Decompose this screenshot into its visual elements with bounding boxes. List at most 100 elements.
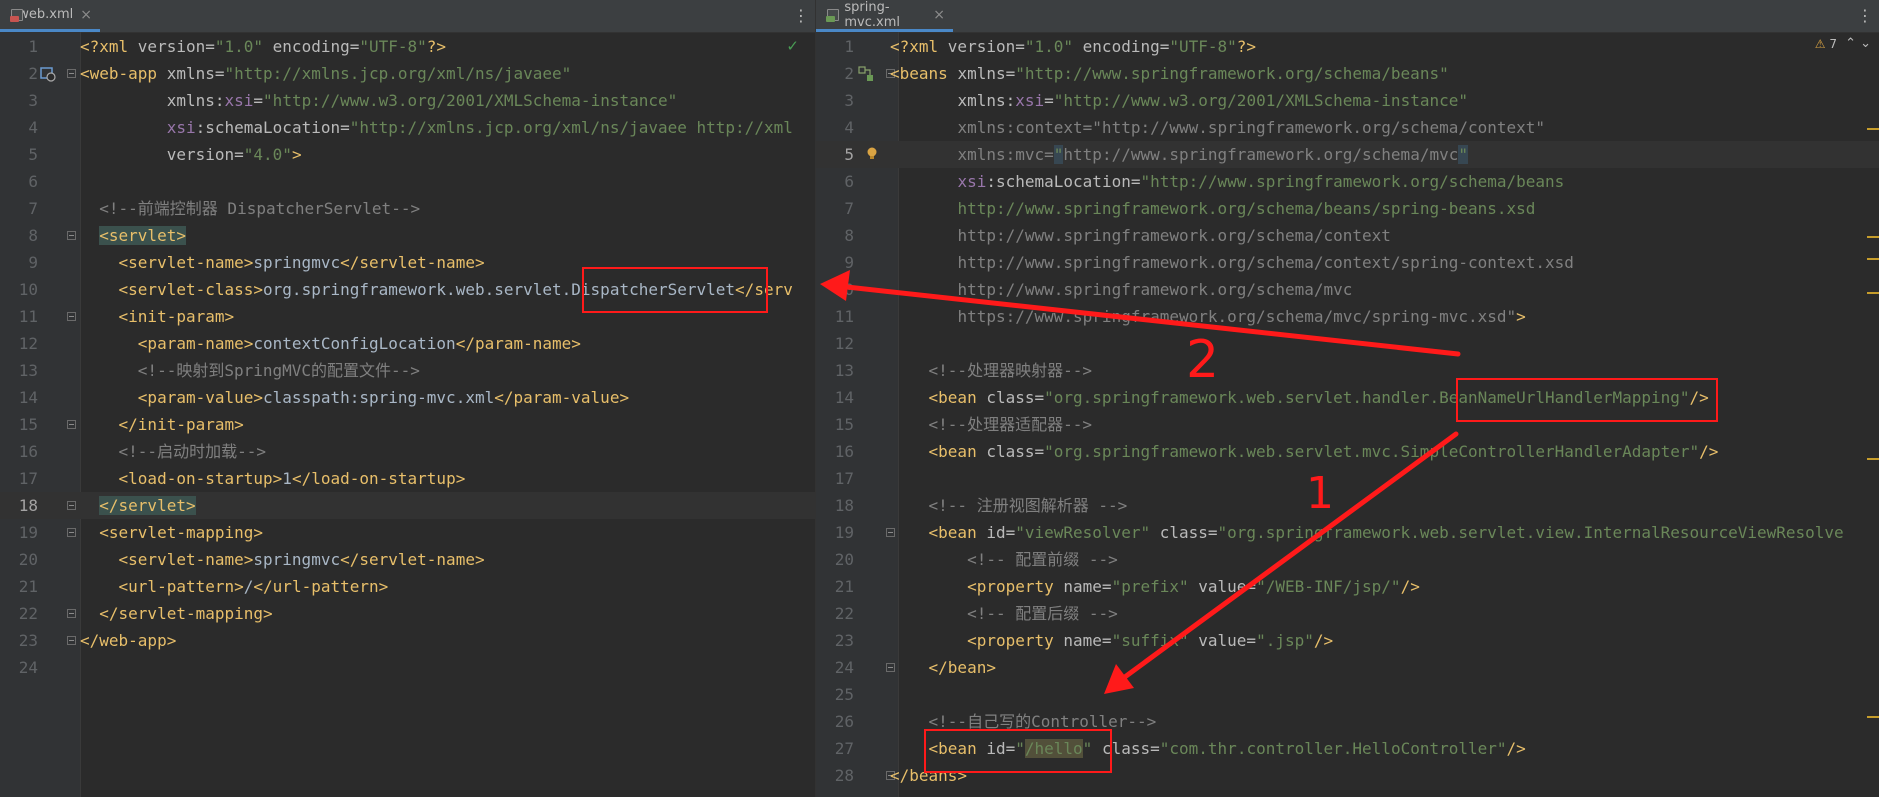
- file-spring-icon: [826, 8, 840, 22]
- fold-icon[interactable]: [67, 420, 76, 429]
- line-number: 13: [834, 361, 854, 380]
- code-text: </servlet-mapping>: [99, 604, 273, 623]
- code-line: 12 <param-name>contextConfigLocation</pa…: [0, 330, 815, 357]
- more-icon[interactable]: ⋮: [1857, 8, 1873, 24]
- code-line: 9 http://www.springframework.org/schema/…: [816, 249, 1879, 276]
- code-line: 7 http://www.springframework.org/schema/…: [816, 195, 1879, 222]
- line-number: 17: [834, 469, 854, 488]
- code-text: xmlns:mvc="http://www.springframework.or…: [957, 145, 1468, 164]
- code-line: 8 http://www.springframework.org/schema/…: [816, 222, 1879, 249]
- code-text: <!--处理器适配器-->: [928, 415, 1092, 434]
- line-number: 20: [18, 550, 38, 569]
- bean-icon[interactable]: [858, 66, 874, 82]
- code-line: 24: [0, 654, 815, 681]
- code-line: 21 <url-pattern>/</url-pattern>: [0, 573, 815, 600]
- code-line: 20 <servlet-name>springmvc</servlet-name…: [0, 546, 815, 573]
- code-line: 7 <!--前端控制器 DispatcherServlet-->: [0, 195, 815, 222]
- code-text: http://www.springframework.org/schema/mv…: [957, 280, 1353, 299]
- code-text: <bean class="org.springframework.web.ser…: [928, 442, 1719, 461]
- code-text: <!-- 配置后缀 -->: [967, 604, 1118, 623]
- line-number: 1: [28, 37, 38, 56]
- line-number: 21: [834, 577, 854, 596]
- more-icon[interactable]: ⋮: [793, 8, 809, 24]
- code-line: 19 <bean id="viewResolver" class="org.sp…: [816, 519, 1879, 546]
- code-text: <bean id="viewResolver" class="org.sprin…: [928, 523, 1844, 542]
- code-line: 11 https://www.springframework.org/schem…: [816, 303, 1879, 330]
- code-line: 15 </init-param>: [0, 411, 815, 438]
- fold-icon[interactable]: [67, 231, 76, 240]
- line-number: 22: [834, 604, 854, 623]
- line-number: 10: [18, 280, 38, 299]
- line-number: 22: [18, 604, 38, 623]
- tab-label: web.xml: [18, 7, 74, 22]
- line-number: 19: [834, 523, 854, 542]
- code-text: http://www.springframework.org/schema/be…: [957, 199, 1536, 218]
- code-text: xsi:schemaLocation="http://xmlns.jcp.org…: [166, 118, 793, 137]
- close-icon[interactable]: ×: [933, 7, 945, 23]
- code-line: 12: [816, 330, 1879, 357]
- code-text: <!--映射到SpringMVC的配置文件-->: [137, 361, 420, 380]
- code-line: 17: [816, 465, 1879, 492]
- line-number: 11: [18, 307, 38, 326]
- line-number: 24: [18, 658, 38, 677]
- right-tab-bar: spring-mvc.xml × ⋮: [816, 0, 1879, 33]
- line-number: 10: [834, 280, 854, 299]
- code-line: 19 <servlet-mapping>: [0, 519, 815, 546]
- code-line: 23 <property name="suffix" value=".jsp"/…: [816, 627, 1879, 654]
- code-line: 13 <!--映射到SpringMVC的配置文件-->: [0, 357, 815, 384]
- fold-icon[interactable]: [67, 636, 76, 645]
- line-number: 27: [834, 739, 854, 758]
- code-line: 25: [816, 681, 1879, 708]
- code-text: <!--启动时加载-->: [118, 442, 266, 461]
- code-area[interactable]: 1 <?xml version="1.0" encoding="UTF-8"?> …: [816, 33, 1879, 789]
- code-line: 16 <!--启动时加载-->: [0, 438, 815, 465]
- code-text: http://www.springframework.org/schema/co…: [957, 253, 1574, 272]
- line-number: 23: [834, 631, 854, 650]
- code-text: <param-name>contextConfigLocation</param…: [137, 334, 581, 353]
- close-icon[interactable]: ×: [80, 7, 92, 23]
- line-number: 8: [844, 226, 854, 245]
- code-line: 2 <web-app xmlns="http://xmlns.jcp.org/x…: [0, 60, 815, 87]
- code-line: 6: [0, 168, 815, 195]
- code-line: 21 <property name="prefix" value="/WEB-I…: [816, 573, 1879, 600]
- line-number: 5: [28, 145, 38, 164]
- line-number: 28: [834, 766, 854, 785]
- line-number: 19: [18, 523, 38, 542]
- code-text: <url-pattern>/</url-pattern>: [118, 577, 389, 596]
- code-text: xmlns:context="http://www.springframewor…: [957, 118, 1546, 137]
- code-line: 20 <!-- 配置前缀 -->: [816, 546, 1879, 573]
- code-text: <servlet>: [99, 226, 186, 245]
- code-line: 6 xsi:schemaLocation="http://www.springf…: [816, 168, 1879, 195]
- tab-web-xml[interactable]: web.xml ×: [0, 0, 100, 32]
- code-line: 10 http://www.springframework.org/schema…: [816, 276, 1879, 303]
- code-text: <?xml version="1.0" encoding="UTF-8"?>: [80, 37, 447, 56]
- code-text: <servlet-name>springmvc</servlet-name>: [118, 550, 485, 569]
- fold-icon[interactable]: [67, 609, 76, 618]
- tab-spring-mvc-xml[interactable]: spring-mvc.xml ×: [816, 0, 953, 32]
- code-text: version="4.0">: [166, 145, 302, 164]
- fold-icon[interactable]: [67, 528, 76, 537]
- code-text: <property name="suffix" value=".jsp"/>: [967, 631, 1334, 650]
- code-text: <!-- 配置前缀 -->: [967, 550, 1118, 569]
- code-text: https://www.springframework.org/schema/m…: [957, 307, 1526, 326]
- code-text: </servlet>: [99, 496, 196, 515]
- line-number: 8: [28, 226, 38, 245]
- fold-icon[interactable]: [67, 312, 76, 321]
- code-text: http://www.springframework.org/schema/co…: [957, 226, 1391, 245]
- code-text: </init-param>: [118, 415, 244, 434]
- fold-icon[interactable]: [67, 501, 76, 510]
- line-number: 13: [18, 361, 38, 380]
- code-line: 23 </web-app>: [0, 627, 815, 654]
- line-number: 2: [28, 64, 38, 83]
- web-app-icon[interactable]: [40, 66, 56, 82]
- code-area[interactable]: 1 <?xml version="1.0" encoding="UTF-8"?> …: [0, 33, 815, 681]
- code-line: 3 xmlns:xsi="http://www.w3.org/2001/XMLS…: [816, 87, 1879, 114]
- line-number: 4: [844, 118, 854, 137]
- code-text: </web-app>: [80, 631, 177, 650]
- line-number: 9: [28, 253, 38, 272]
- line-number: 6: [844, 172, 854, 191]
- line-number: 14: [18, 388, 38, 407]
- fold-icon[interactable]: [67, 69, 76, 78]
- bulb-icon[interactable]: [864, 146, 880, 162]
- annotation-label-2: 2: [1186, 330, 1220, 390]
